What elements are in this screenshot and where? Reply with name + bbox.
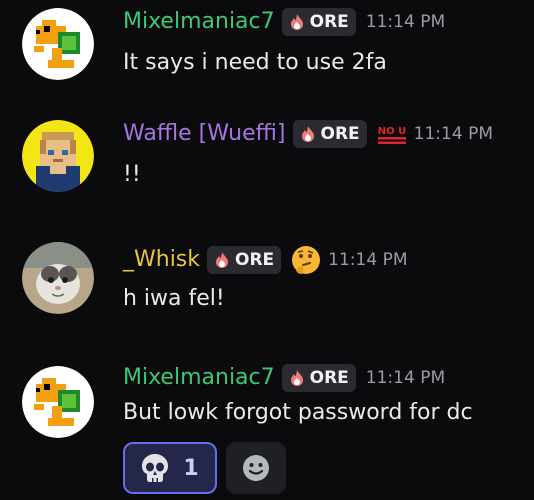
message-header: Mixelmaniac7 ORE 11:14 PM <box>123 364 445 392</box>
message-header: _Whisk ORE 11:14 PM <box>123 244 408 276</box>
username[interactable]: Waffle [Wueffi] <box>123 121 286 147</box>
message-header: Waffle [Wueffi] ORE NO U 11:14 PM <box>123 120 493 148</box>
message-header: Mixelmaniac7 ORE 11:14 PM <box>123 8 445 36</box>
timestamp[interactable]: 11:14 PM <box>414 124 493 144</box>
reaction-count: 1 <box>183 455 199 481</box>
tag-label: ORE <box>235 250 275 270</box>
no-u-badge-text: NO U <box>377 126 405 137</box>
message-2: Waffle [Wueffi] ORE NO U 11:14 PM !! <box>0 112 534 212</box>
add-reaction-button[interactable] <box>226 442 286 494</box>
username[interactable]: Mixelmaniac7 <box>123 365 275 391</box>
turtle-avatar[interactable] <box>22 366 94 438</box>
smiley-icon <box>243 455 269 481</box>
message-1: Mixelmaniac7 ORE 11:14 PM It says i need… <box>0 0 534 100</box>
server-tag[interactable]: ORE <box>207 246 282 274</box>
tag-label: ORE <box>309 368 349 388</box>
cat-avatar[interactable] <box>22 242 94 314</box>
message-text: !! <box>123 162 141 187</box>
username[interactable]: _Whisk <box>123 247 200 273</box>
timestamp[interactable]: 11:14 PM <box>366 12 445 32</box>
message-text: It says i need to use 2fa <box>123 50 387 75</box>
reaction-skull[interactable]: 1 <box>123 442 217 494</box>
tag-label: ORE <box>320 124 360 144</box>
username[interactable]: Mixelmaniac7 <box>123 9 275 35</box>
no-u-badge[interactable]: NO U <box>376 123 408 145</box>
flame-icon <box>290 370 303 386</box>
message-text: h iwa fel! <box>123 286 225 311</box>
flame-icon <box>301 126 314 142</box>
flame-icon <box>216 252 229 268</box>
message-text: But lowk forgot password for dc <box>123 400 473 425</box>
timestamp[interactable]: 11:14 PM <box>328 250 407 270</box>
server-tag[interactable]: ORE <box>281 364 356 392</box>
server-tag[interactable]: ORE <box>281 8 356 36</box>
timestamp[interactable]: 11:14 PM <box>366 368 445 388</box>
server-tag[interactable]: ORE <box>292 120 367 148</box>
tag-label: ORE <box>309 12 349 32</box>
message-3: _Whisk ORE 11:14 PM h iwa fel! <box>0 236 534 336</box>
blocky-character-avatar[interactable] <box>22 120 94 192</box>
turtle-avatar[interactable] <box>22 8 94 80</box>
skull-icon <box>142 454 169 482</box>
thinking-face-icon[interactable] <box>290 244 322 276</box>
flame-icon <box>290 14 303 30</box>
